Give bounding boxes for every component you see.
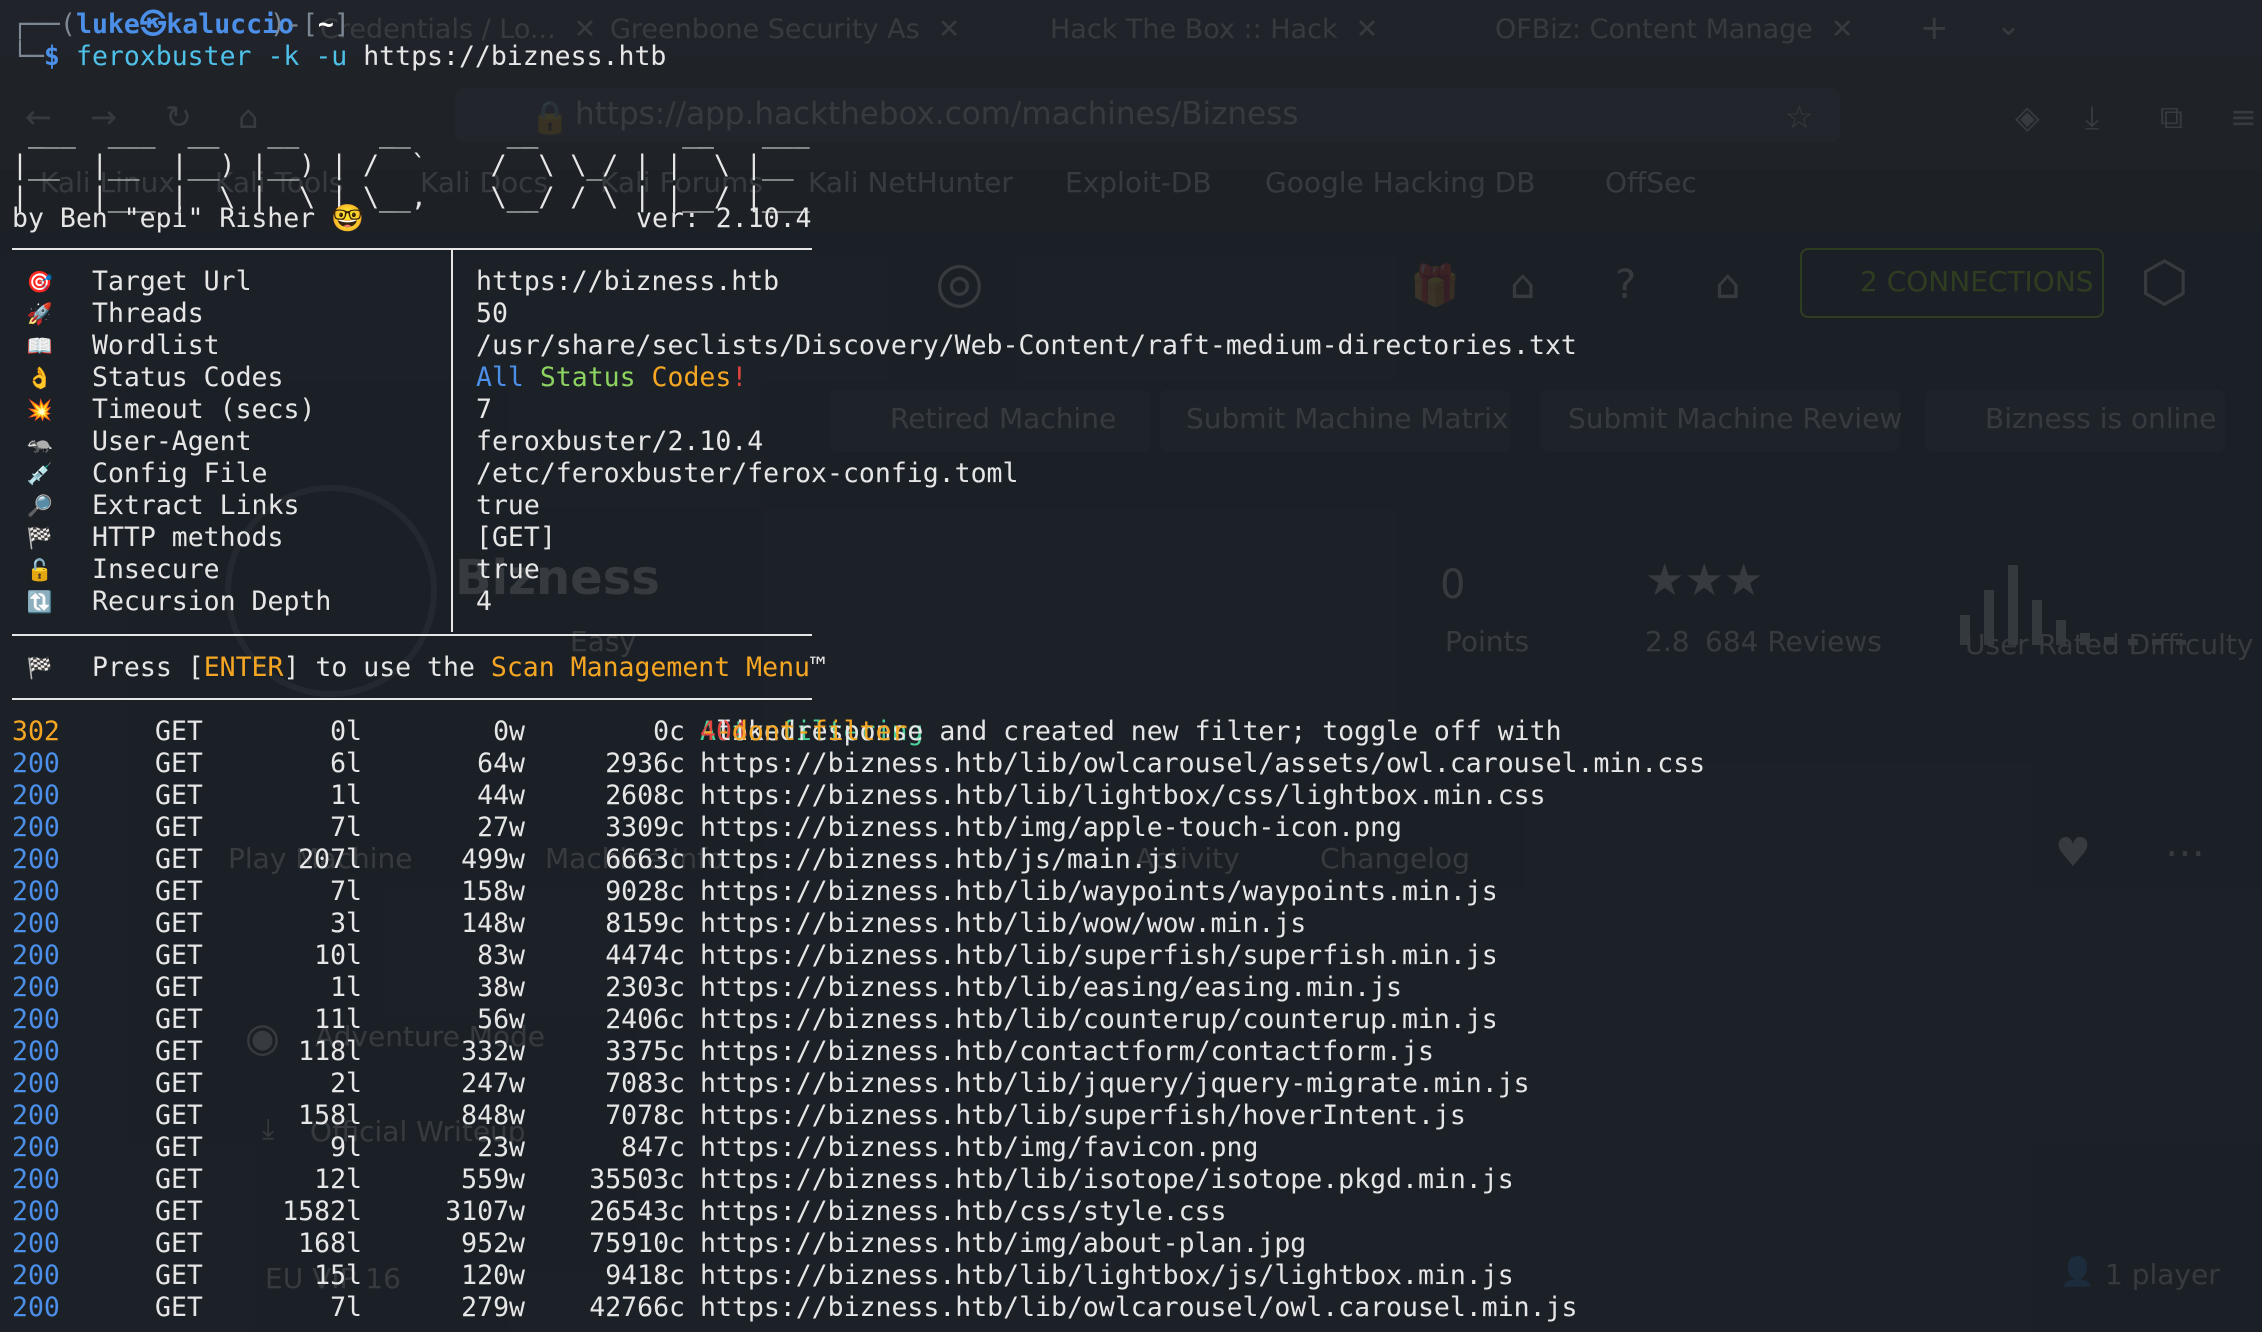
banner-ascii-art: ___ ___ __ __ __ __ __ ___ |__ |__ |__) |… [12, 118, 810, 213]
result-row: 302 GET 0l 0w 0c Auto-filtering found 40… [12, 716, 1578, 747]
config-row: 💉 Config File/etc/feroxbuster/ferox-confi… [26, 458, 1019, 489]
badger-icon: 🦡 [26, 430, 54, 454]
syringe-icon: 💉 [26, 462, 54, 486]
scan-menu-hint: 🏁 Press [ENTER] to use the Scan Managemen… [26, 652, 826, 683]
results-top-divider [12, 698, 812, 700]
result-row: 200 GET 7l 27w 3309c https://bizness.htb/img/… [12, 812, 1402, 843]
config-bottom-divider [12, 634, 812, 636]
config-row: 🔓 Insecure true [26, 554, 540, 585]
result-row: 200 GET 7l 158w 9028c https://bizness.htb/lib… [12, 876, 1498, 907]
config-row: 🏁 HTTP methods [GET] [26, 522, 556, 553]
config-row: 🦡 User-Agent feroxbuster/2.10.4 [26, 426, 764, 457]
banner-version: ver: 2.10.4 [636, 203, 812, 234]
nerd-face-icon: 🤓 [331, 203, 365, 234]
result-row: 200 GET 11l 56w 2406c https://bizness.htb/lib… [12, 1004, 1498, 1035]
book-icon: 📖 [26, 334, 54, 358]
result-row: 200 GET 3l 148w 8159c https://bizness.htb/lib… [12, 908, 1307, 939]
config-row: 🔃 Recursion Depth 4 [26, 586, 492, 617]
target-icon: 🎯 [26, 270, 54, 294]
command-name: feroxbuster [76, 41, 252, 72]
collision-icon: 💥 [26, 398, 54, 422]
result-row: 200 GET 9l 23w 847c https://bizness.htb/img/f… [12, 1132, 1259, 1163]
config-row: 🔎 Extract Links true [26, 490, 540, 521]
unlock-icon: 🔓 [26, 558, 54, 582]
prompt-frame-dir: )-[~] [270, 9, 350, 40]
checkered-flag-icon: 🏁 [26, 526, 54, 550]
result-row: 200 GET 12l 559w 35503c https://bizness.htb/l… [12, 1164, 1514, 1195]
command-line: feroxbuster -k -u https://bizness.htb [76, 42, 666, 72]
banner-byline: by Ben "epi" Risher 🤓 [12, 203, 365, 234]
checkered-flag-icon: 🏁 [26, 656, 54, 680]
config-row: 📖 Wordlist/usr/share/seclists/Discovery/W… [26, 330, 1577, 361]
result-row: 200 GET 1l 38w 2303c https://bizness.htb/lib/… [12, 972, 1402, 1003]
ok-hand-icon: 👌 [26, 366, 54, 390]
result-row: 200 GET 6l 64w 2936c https://bizness.htb/lib/… [12, 748, 1706, 779]
result-row: 200 GET 158l 848w 7078c https://bizness.htb/l… [12, 1100, 1466, 1131]
config-top-divider [12, 248, 812, 250]
command-flags: -k -u [267, 41, 348, 72]
magnifier-icon: 🔎 [26, 494, 54, 518]
config-row: 💥 Timeout (secs) 7 [26, 394, 492, 425]
result-row: 200 GET 168l 952w 75910c https://bizness.htb/… [12, 1228, 1307, 1259]
config-row: 🎯 Target Url https://bizness.htb [26, 266, 780, 297]
rocket-icon: 🚀 [26, 302, 54, 326]
prompt-frame-top: ┌──( [12, 9, 76, 40]
command-target: https://bizness.htb [363, 41, 667, 72]
result-row: 200 GET 118l 332w 3375c https://bizness.htb/c… [12, 1036, 1434, 1067]
result-row: 200 GET 7l 279w 42766c https://bizness.htb/li… [12, 1292, 1578, 1323]
result-row: 200 GET 1582l 3107w 26543c https://bizness.ht… [12, 1196, 1227, 1227]
prompt-dir: ~ [317, 9, 334, 40]
config-row: 🚀 Threads 50 [26, 298, 508, 329]
result-row: 200 GET 1l 44w 2608c https://bizness.htb/lib/… [12, 780, 1546, 811]
result-row: 200 GET 15l 120w 9418c https://bizness.htb/li… [12, 1260, 1514, 1291]
result-row: 200 GET 207l 499w 6663c https://bizness.htb/j… [12, 844, 1179, 875]
result-row: 200 GET 2l 247w 7083c https://bizness.htb/lib… [12, 1068, 1530, 1099]
result-row: 200 GET 10l 83w 4474c https://bizness.htb/lib… [12, 940, 1498, 971]
terminal-window[interactable]: ┌──( luke㉿kaluccio )-[~] └─$ feroxbuster… [0, 0, 2262, 1332]
config-row: 👌 Status Codes All Status Codes! [26, 362, 748, 393]
prompt-frame-bottom: └─$ [12, 41, 60, 72]
prompt-user: luke㉿kaluccio [76, 9, 294, 40]
repeat-icon: 🔃 [26, 590, 54, 614]
